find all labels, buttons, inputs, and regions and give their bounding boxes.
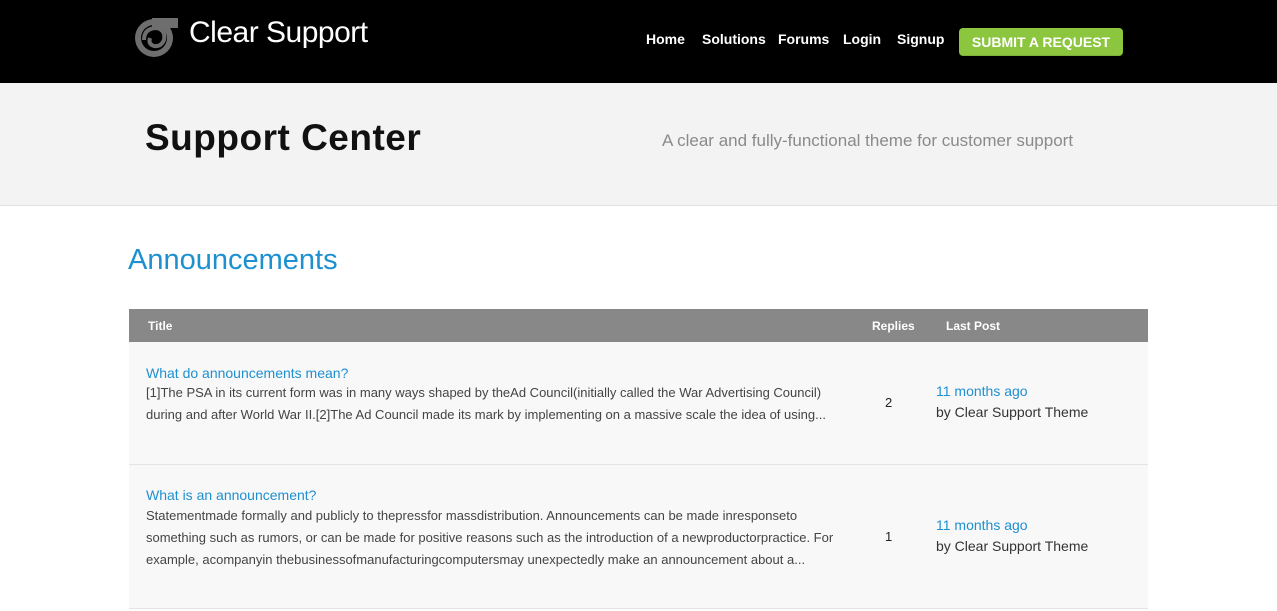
submit-request-button[interactable]: SUBMIT A REQUEST [959,28,1123,56]
nav-forums[interactable]: Forums [778,31,829,47]
table-row: What do announcements mean? [1]The PSA i… [129,342,1148,465]
topic-excerpt: [1]The PSA in its current form was in ma… [146,385,826,422]
table-row: What is an announcement? Statementmade f… [129,465,1148,609]
reply-count: 1 [885,529,893,544]
column-header-title: Title [148,319,173,333]
topic-title-link[interactable]: What is an announcement? [146,487,316,503]
page-title: Support Center [145,117,422,158]
table-header: Title Replies Last Post [129,309,1148,342]
nav-signup[interactable]: Signup [897,31,944,47]
column-header-replies: Replies [872,319,915,333]
last-post-time-link[interactable]: 11 months ago [936,381,1088,402]
announcements-table: Title Replies Last Post What do announce… [129,309,1148,609]
section-title: Announcements [128,244,338,276]
column-header-last-post: Last Post [946,319,1001,333]
page-subtitle: A clear and fully-functional theme for c… [662,131,1074,150]
nav-login[interactable]: Login [843,31,881,47]
topic-title-link[interactable]: What do announcements mean? [146,365,348,381]
hero-banner: Support Center A clear and fully-functio… [0,83,1277,206]
nav-home[interactable]: Home [646,31,685,47]
reply-count: 2 [885,395,893,410]
top-navbar: Clear Support Home Solutions Forums Logi… [0,0,1277,83]
topic-excerpt: Statementmade formally and publicly to t… [146,508,834,567]
last-post: 11 months ago by Clear Support Theme [936,515,1088,557]
last-post-author: by Clear Support Theme [936,538,1089,554]
nav-solutions[interactable]: Solutions [702,31,766,47]
brand-name[interactable]: Clear Support [189,16,368,50]
last-post-time-link[interactable]: 11 months ago [936,515,1088,536]
swirl-logo-icon[interactable] [130,16,178,58]
last-post: 11 months ago by Clear Support Theme [936,381,1088,423]
last-post-author: by Clear Support Theme [936,404,1089,420]
